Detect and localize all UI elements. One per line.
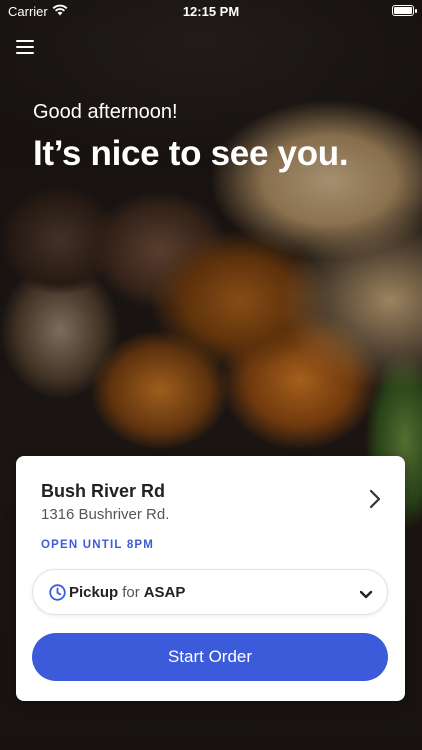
order-mode-for: for: [122, 584, 140, 601]
clock-icon: [49, 584, 66, 606]
hamburger-menu-icon[interactable]: [16, 40, 34, 54]
store-hours: OPEN UNTIL 8PM: [41, 539, 155, 551]
clock-time: 12:15 PM: [182, 4, 240, 19]
welcome-headline: It’s nice to see you.: [33, 134, 349, 173]
order-mode-type: Pickup: [69, 584, 119, 601]
greeting-text: Good afternoon!: [33, 101, 178, 123]
order-mode-label: Pickup for ASAP: [69, 584, 185, 601]
battery-icon: [392, 5, 417, 16]
order-mode-selector[interactable]: Pickup for ASAP: [32, 569, 388, 615]
chevron-down-icon: [359, 587, 373, 605]
chevron-right-icon[interactable]: [365, 488, 385, 510]
store-name: Bush River Rd: [41, 481, 166, 501]
start-order-button[interactable]: Start Order: [32, 633, 388, 681]
order-mode-time: ASAP: [143, 584, 186, 601]
status-bar: Carrier 12:15 PM: [0, 0, 422, 24]
store-card: Bush River Rd 1316 Bushriver Rd. OPEN UN…: [16, 456, 405, 701]
store-address: 1316 Bushriver Rd.: [41, 506, 170, 523]
